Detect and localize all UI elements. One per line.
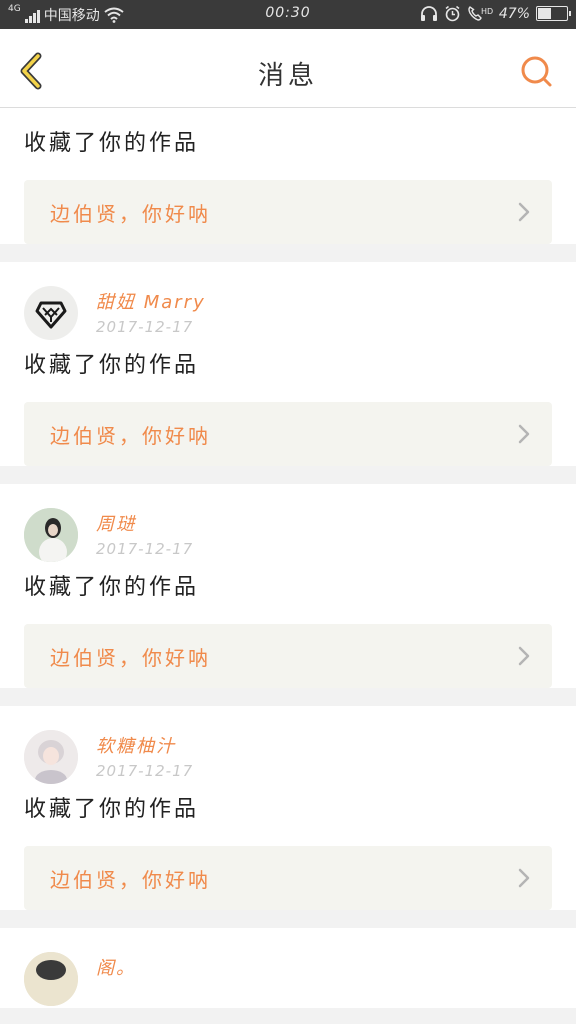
timestamp: 2017-12-17 xyxy=(96,318,194,336)
status-right: HD 47% xyxy=(420,5,571,22)
action-text: 收藏了你的作品 xyxy=(24,353,200,378)
call-hd-icon: HD xyxy=(468,6,493,21)
chevron-right-icon xyxy=(518,646,530,666)
work-link[interactable]: 边伯贤，你好呐 xyxy=(24,402,552,466)
work-link[interactable]: 边伯贤，你好呐 xyxy=(24,624,552,688)
status-bar: 4G 中国移动 00:30 HD 47% xyxy=(0,0,576,29)
message-list: 收藏了你的作品 边伯贤，你好呐 甜妞 Marry 2017-12-17 收藏了你… xyxy=(0,108,576,1008)
avatar[interactable] xyxy=(24,730,78,784)
avatar[interactable] xyxy=(24,508,78,562)
user-meta: 阁。 xyxy=(96,952,136,980)
message-card: 软糖柚汁 2017-12-17 收藏了你的作品 边伯贤，你好呐 xyxy=(0,706,576,910)
username[interactable]: 周琎 xyxy=(96,510,193,536)
timestamp: 2017-12-17 xyxy=(96,762,194,780)
action-text: 收藏了你的作品 xyxy=(24,575,200,600)
person-photo-icon xyxy=(24,952,78,1006)
work-link[interactable]: 边伯贤，你好呐 xyxy=(24,846,552,910)
person-photo-icon xyxy=(24,508,78,562)
work-link[interactable]: 边伯贤，你好呐 xyxy=(24,180,552,244)
action-text: 收藏了你的作品 xyxy=(24,797,200,822)
battery-percent: 47% xyxy=(498,5,530,22)
message-card: 周琎 2017-12-17 收藏了你的作品 边伯贤，你好呐 xyxy=(0,484,576,688)
user-row[interactable]: 软糖柚汁 2017-12-17 xyxy=(24,706,552,784)
chevron-right-icon xyxy=(518,202,530,222)
user-meta: 甜妞 Marry 2017-12-17 xyxy=(96,286,206,336)
work-title: 边伯贤，你好呐 xyxy=(50,201,211,226)
battery-icon xyxy=(536,6,571,21)
user-row[interactable]: 周琎 2017-12-17 xyxy=(24,484,552,562)
timestamp: 2017-12-17 xyxy=(96,540,194,558)
page-title: 消息 xyxy=(257,61,318,91)
message-card: 阁。 xyxy=(0,928,576,1008)
message-card: 收藏了你的作品 边伯贤，你好呐 xyxy=(0,108,576,244)
username[interactable]: 阁。 xyxy=(96,954,136,980)
avatar[interactable] xyxy=(24,286,78,340)
work-title: 边伯贤，你好呐 xyxy=(50,645,211,670)
chevron-right-icon xyxy=(518,424,530,444)
person-photo-icon xyxy=(24,730,78,784)
chevron-right-icon xyxy=(518,868,530,888)
app-header: 消息 xyxy=(0,29,576,108)
exo-logo-icon xyxy=(35,301,67,329)
message-card: 甜妞 Marry 2017-12-17 收藏了你的作品 边伯贤，你好呐 xyxy=(0,262,576,466)
work-title: 边伯贤，你好呐 xyxy=(50,423,211,448)
avatar[interactable] xyxy=(24,952,78,1006)
headset-icon xyxy=(420,5,437,21)
svg-text:HD: HD xyxy=(481,7,493,16)
user-meta: 周琎 2017-12-17 xyxy=(96,508,193,558)
work-title: 边伯贤，你好呐 xyxy=(50,867,211,892)
user-row[interactable]: 阁。 xyxy=(24,928,552,1006)
search-icon[interactable] xyxy=(520,55,554,89)
user-row[interactable]: 甜妞 Marry 2017-12-17 xyxy=(24,262,552,340)
user-meta: 软糖柚汁 2017-12-17 xyxy=(96,730,193,780)
alarm-icon xyxy=(445,5,460,22)
username[interactable]: 软糖柚汁 xyxy=(96,732,193,758)
action-text: 收藏了你的作品 xyxy=(24,131,200,156)
username[interactable]: 甜妞 Marry xyxy=(96,288,206,314)
